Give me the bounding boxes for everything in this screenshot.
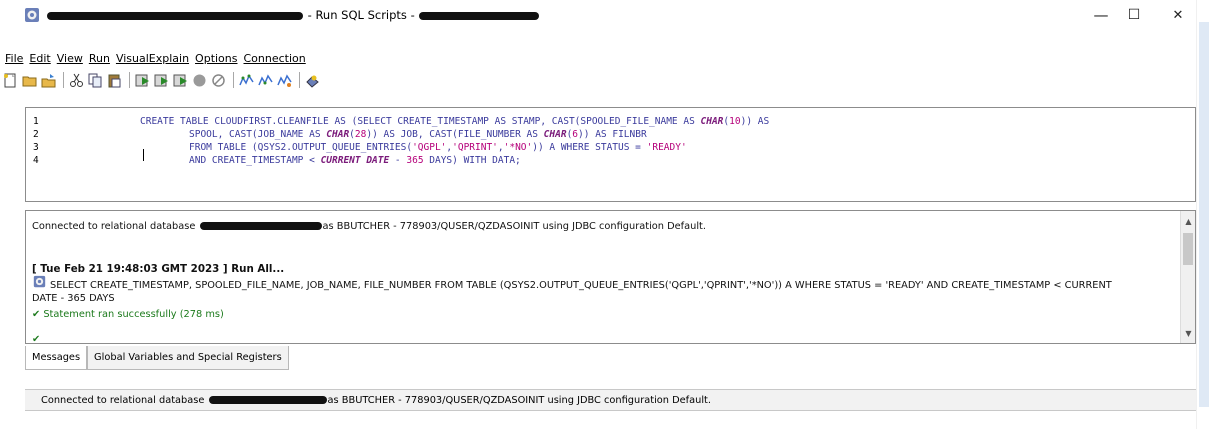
success-time: (278 ms) bbox=[179, 309, 224, 320]
toolbar bbox=[0, 69, 323, 91]
sql-line-3: FROM TABLE (QSYS2.OUTPUT_QUEUE_ENTRIES('… bbox=[189, 142, 687, 153]
run-header: [ Tue Feb 21 19:48:03 GMT 2023 ] Run All… bbox=[32, 263, 285, 275]
statement-icon bbox=[33, 275, 46, 288]
run-from-selected-icon[interactable] bbox=[153, 72, 170, 89]
redacted-database bbox=[208, 396, 327, 404]
redacted-connection bbox=[419, 11, 540, 20]
status-prefix: Connected to relational database bbox=[41, 395, 205, 406]
menu-view[interactable]: View bbox=[54, 52, 86, 68]
sql-editor[interactable]: 1 2 3 4 CREATE TABLE CLOUDFIRST.CLEANFIL… bbox=[25, 107, 1196, 202]
status-text: Connected to relational database as BBUT… bbox=[41, 395, 711, 406]
cut-icon[interactable] bbox=[68, 72, 85, 89]
sql-line-4: AND CREATE_TIMESTAMP < CURRENT DATE - 36… bbox=[189, 155, 521, 166]
toolbar-separator bbox=[233, 72, 234, 88]
connection-message-suffix: as BBUTCHER - 778903/QUSER/QZDASOINIT us… bbox=[322, 221, 707, 232]
stop-icon[interactable] bbox=[191, 72, 208, 89]
window-edge bbox=[1196, 0, 1210, 429]
explain-icon[interactable] bbox=[238, 72, 255, 89]
menu-file[interactable]: File bbox=[2, 52, 26, 68]
new-icon[interactable] bbox=[2, 72, 19, 89]
menu-visualexplain[interactable]: VisualExplain bbox=[113, 52, 192, 68]
maximize-button[interactable]: ☐ bbox=[1111, 0, 1157, 30]
copy-icon[interactable] bbox=[87, 72, 104, 89]
redacted-path bbox=[47, 11, 303, 20]
title-bar: - Run SQL Scripts - — ☐ ✕ bbox=[0, 0, 1196, 30]
bottom-edge bbox=[0, 411, 1196, 429]
cancel-icon[interactable] bbox=[210, 72, 227, 89]
check-icon: ✔ bbox=[32, 309, 41, 320]
database-icon[interactable] bbox=[304, 72, 321, 89]
line-number: 4 bbox=[33, 155, 39, 166]
sql-line-2: SPOOL, CAST(JOB_NAME AS CHAR(28)) AS JOB… bbox=[189, 129, 647, 140]
statement-text-line1: SELECT CREATE_TIMESTAMP, SPOOLED_FILE_NA… bbox=[50, 280, 1112, 291]
sql-line-1: CREATE TABLE CLOUDFIRST.CLEANFILE AS (SE… bbox=[140, 116, 770, 127]
success-text: Statement ran successfully bbox=[43, 309, 177, 320]
results-tabs: Messages Global Variables and Special Re… bbox=[25, 346, 289, 370]
statement-text-line2: DATE - 365 DAYS bbox=[32, 293, 115, 304]
toolbar-separator bbox=[299, 72, 300, 88]
run-and-explain-icon[interactable] bbox=[257, 72, 274, 89]
success-message: ✔ Statement ran successfully (278 ms) bbox=[32, 309, 224, 320]
menu-options[interactable]: Options bbox=[192, 52, 240, 68]
window-title: - Run SQL Scripts - bbox=[46, 8, 540, 22]
tab-messages[interactable]: Messages bbox=[25, 346, 88, 370]
open-icon[interactable] bbox=[21, 72, 38, 89]
run-selected-icon[interactable] bbox=[172, 72, 189, 89]
run-all-icon[interactable] bbox=[134, 72, 151, 89]
explain-only-icon[interactable] bbox=[276, 72, 293, 89]
redacted-database bbox=[199, 222, 322, 230]
paste-icon[interactable] bbox=[106, 72, 123, 89]
menu-edit[interactable]: Edit bbox=[26, 52, 53, 68]
menu-run[interactable]: Run bbox=[86, 52, 113, 68]
scroll-up-icon[interactable]: ▲ bbox=[1181, 217, 1195, 231]
connection-message-prefix: Connected to relational database bbox=[32, 221, 196, 232]
messages-scrollbar[interactable]: ▲ ▼ bbox=[1180, 211, 1195, 343]
app-icon bbox=[25, 8, 39, 22]
scroll-thumb[interactable] bbox=[1183, 233, 1193, 265]
toolbar-separator bbox=[129, 72, 130, 88]
window-title-suffix: - Run SQL Scripts - bbox=[307, 8, 415, 22]
check-icon: ✔ bbox=[32, 334, 41, 344]
close-button[interactable]: ✕ bbox=[1155, 0, 1201, 30]
tab-global-variables[interactable]: Global Variables and Special Registers bbox=[87, 346, 289, 370]
line-number: 2 bbox=[33, 129, 39, 140]
scroll-down-icon[interactable]: ▼ bbox=[1181, 329, 1195, 343]
messages-panel: Connected to relational database as BBUT… bbox=[25, 210, 1196, 344]
save-icon[interactable] bbox=[40, 72, 57, 89]
menu-connection[interactable]: Connection bbox=[241, 52, 309, 68]
connection-message: Connected to relational database as BBUT… bbox=[32, 221, 706, 232]
line-number: 3 bbox=[33, 142, 39, 153]
line-number: 1 bbox=[33, 116, 39, 127]
desktop-strip bbox=[1199, 22, 1209, 407]
text-cursor bbox=[143, 149, 144, 161]
status-bar: Connected to relational database as BBUT… bbox=[25, 389, 1196, 411]
status-suffix: as BBUTCHER - 778903/QUSER/QZDASOINIT us… bbox=[327, 395, 712, 406]
menu-bar: File Edit View Run VisualExplain Options… bbox=[0, 52, 309, 68]
toolbar-separator bbox=[63, 72, 64, 88]
